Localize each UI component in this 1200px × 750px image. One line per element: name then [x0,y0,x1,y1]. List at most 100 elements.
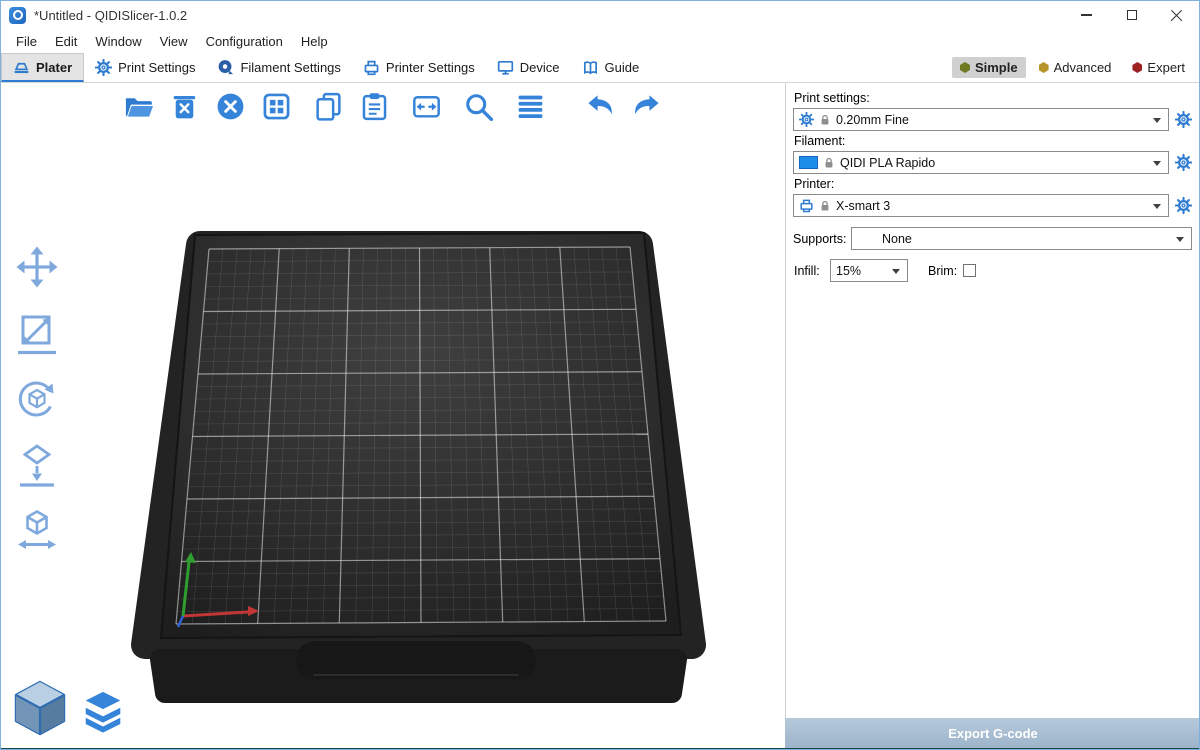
guide-icon [582,59,599,76]
window-controls [1064,1,1199,29]
paste-icon [359,91,390,122]
lock-icon [820,200,830,212]
filament-icon [217,59,234,76]
close-button[interactable] [1154,1,1199,29]
mode-switcher: Simple Advanced Expert [952,53,1193,82]
tab-filament-settings[interactable]: Filament Settings [206,53,351,82]
undo-button[interactable] [580,86,620,126]
editor-view-button[interactable] [11,679,69,742]
rotate-icon [14,376,60,422]
build-plate-3d [101,211,721,741]
tab-device[interactable]: Device [486,53,571,82]
simple-mode-icon [960,62,970,73]
top-toolbar [118,86,666,126]
scale-icon [14,310,60,356]
menu-edit[interactable]: Edit [46,34,86,49]
brim-label: Brim: [908,264,957,278]
plater-icon [13,59,30,76]
filament-combo[interactable]: QIDI PLA Rapido [793,151,1169,174]
variable-layer-height-button[interactable] [510,86,550,126]
move-icon [14,244,60,290]
search-icon [463,91,494,122]
arrange-button[interactable] [256,86,296,126]
print-settings-combo[interactable]: 0.20mm Fine [793,108,1169,131]
menu-window[interactable]: Window [86,34,150,49]
copy-icon [313,91,344,122]
tab-plater[interactable]: Plater [1,53,84,82]
delete-all-icon [215,91,246,122]
maximize-button[interactable] [1109,1,1154,29]
app-logo-icon [9,7,26,24]
tab-label: Printer Settings [386,60,475,75]
open-file-button[interactable] [118,86,158,126]
mode-advanced[interactable]: Advanced [1031,57,1120,78]
maximize-icon [1127,10,1137,20]
supports-combo[interactable]: None [851,227,1192,250]
menu-file[interactable]: File [7,34,46,49]
printer-icon [363,59,380,76]
search-button[interactable] [458,86,498,126]
brim-checkbox[interactable] [963,264,976,277]
print-settings-label: Print settings: [794,91,1192,105]
device-icon [497,59,514,76]
supports-value: None [882,232,912,246]
mode-label: Expert [1147,60,1185,75]
delete-all-button[interactable] [210,86,250,126]
mode-expert[interactable]: Expert [1124,57,1193,78]
print-settings-gear-button[interactable] [1175,111,1192,128]
minimize-button[interactable] [1064,1,1109,29]
measure-icon [14,508,60,554]
filament-label: Filament: [794,134,1192,148]
filament-value: QIDI PLA Rapido [840,156,935,170]
printer-combo[interactable]: X-smart 3 [793,194,1169,217]
viewport-3d[interactable] [1,83,785,748]
undo-icon [585,91,616,122]
tab-label: Device [520,60,560,75]
infill-combo[interactable]: 15% [830,259,908,282]
copy-button[interactable] [308,86,348,126]
redo-button[interactable] [626,86,666,126]
arrange-icon [261,91,292,122]
menu-view[interactable]: View [151,34,197,49]
tab-label: Filament Settings [240,60,340,75]
place-on-face-icon [14,442,60,488]
place-on-face-tool-button[interactable] [11,439,63,491]
preview-view-button[interactable] [79,689,127,742]
redo-icon [631,91,662,122]
3d-editor-view-icon [11,679,69,737]
filament-gear-button[interactable] [1175,154,1192,171]
minimize-icon [1081,14,1092,15]
measure-tool-button[interactable] [11,505,63,557]
split-button[interactable] [406,86,446,126]
infill-label: Infill: [794,264,824,278]
paste-button[interactable] [354,86,394,126]
delete-button[interactable] [164,86,204,126]
app-window: *Untitled - QIDISlicer-1.0.2 File Edit W… [0,0,1200,750]
rotate-tool-button[interactable] [11,373,63,425]
tab-print-settings[interactable]: Print Settings [84,53,206,82]
left-toolbar [11,241,63,557]
tab-label: Print Settings [118,60,195,75]
filament-color-swatch [799,156,818,169]
lock-icon [820,114,830,126]
tab-guide[interactable]: Guide [571,53,651,82]
tab-printer-settings[interactable]: Printer Settings [352,53,486,82]
advanced-mode-icon [1039,62,1049,73]
scale-tool-button[interactable] [11,307,63,359]
printer-gear-button[interactable] [1175,197,1192,214]
lock-icon [824,157,834,169]
supports-label: Supports: [793,232,851,246]
mode-simple[interactable]: Simple [952,57,1026,78]
mode-label: Simple [975,60,1018,75]
move-tool-button[interactable] [11,241,63,293]
bed-handle [296,641,536,679]
menubar: File Edit Window View Configuration Help [1,29,1199,53]
gear-icon [95,59,112,76]
window-title: *Untitled - QIDISlicer-1.0.2 [34,8,187,23]
export-gcode-button[interactable]: Export G-code [785,718,1200,748]
menu-help[interactable]: Help [292,34,337,49]
menu-configuration[interactable]: Configuration [197,34,292,49]
view-switch [11,679,127,742]
tabbar: Plater Print Settings Filament Settings … [1,53,1199,83]
printer-label: Printer: [794,177,1192,191]
